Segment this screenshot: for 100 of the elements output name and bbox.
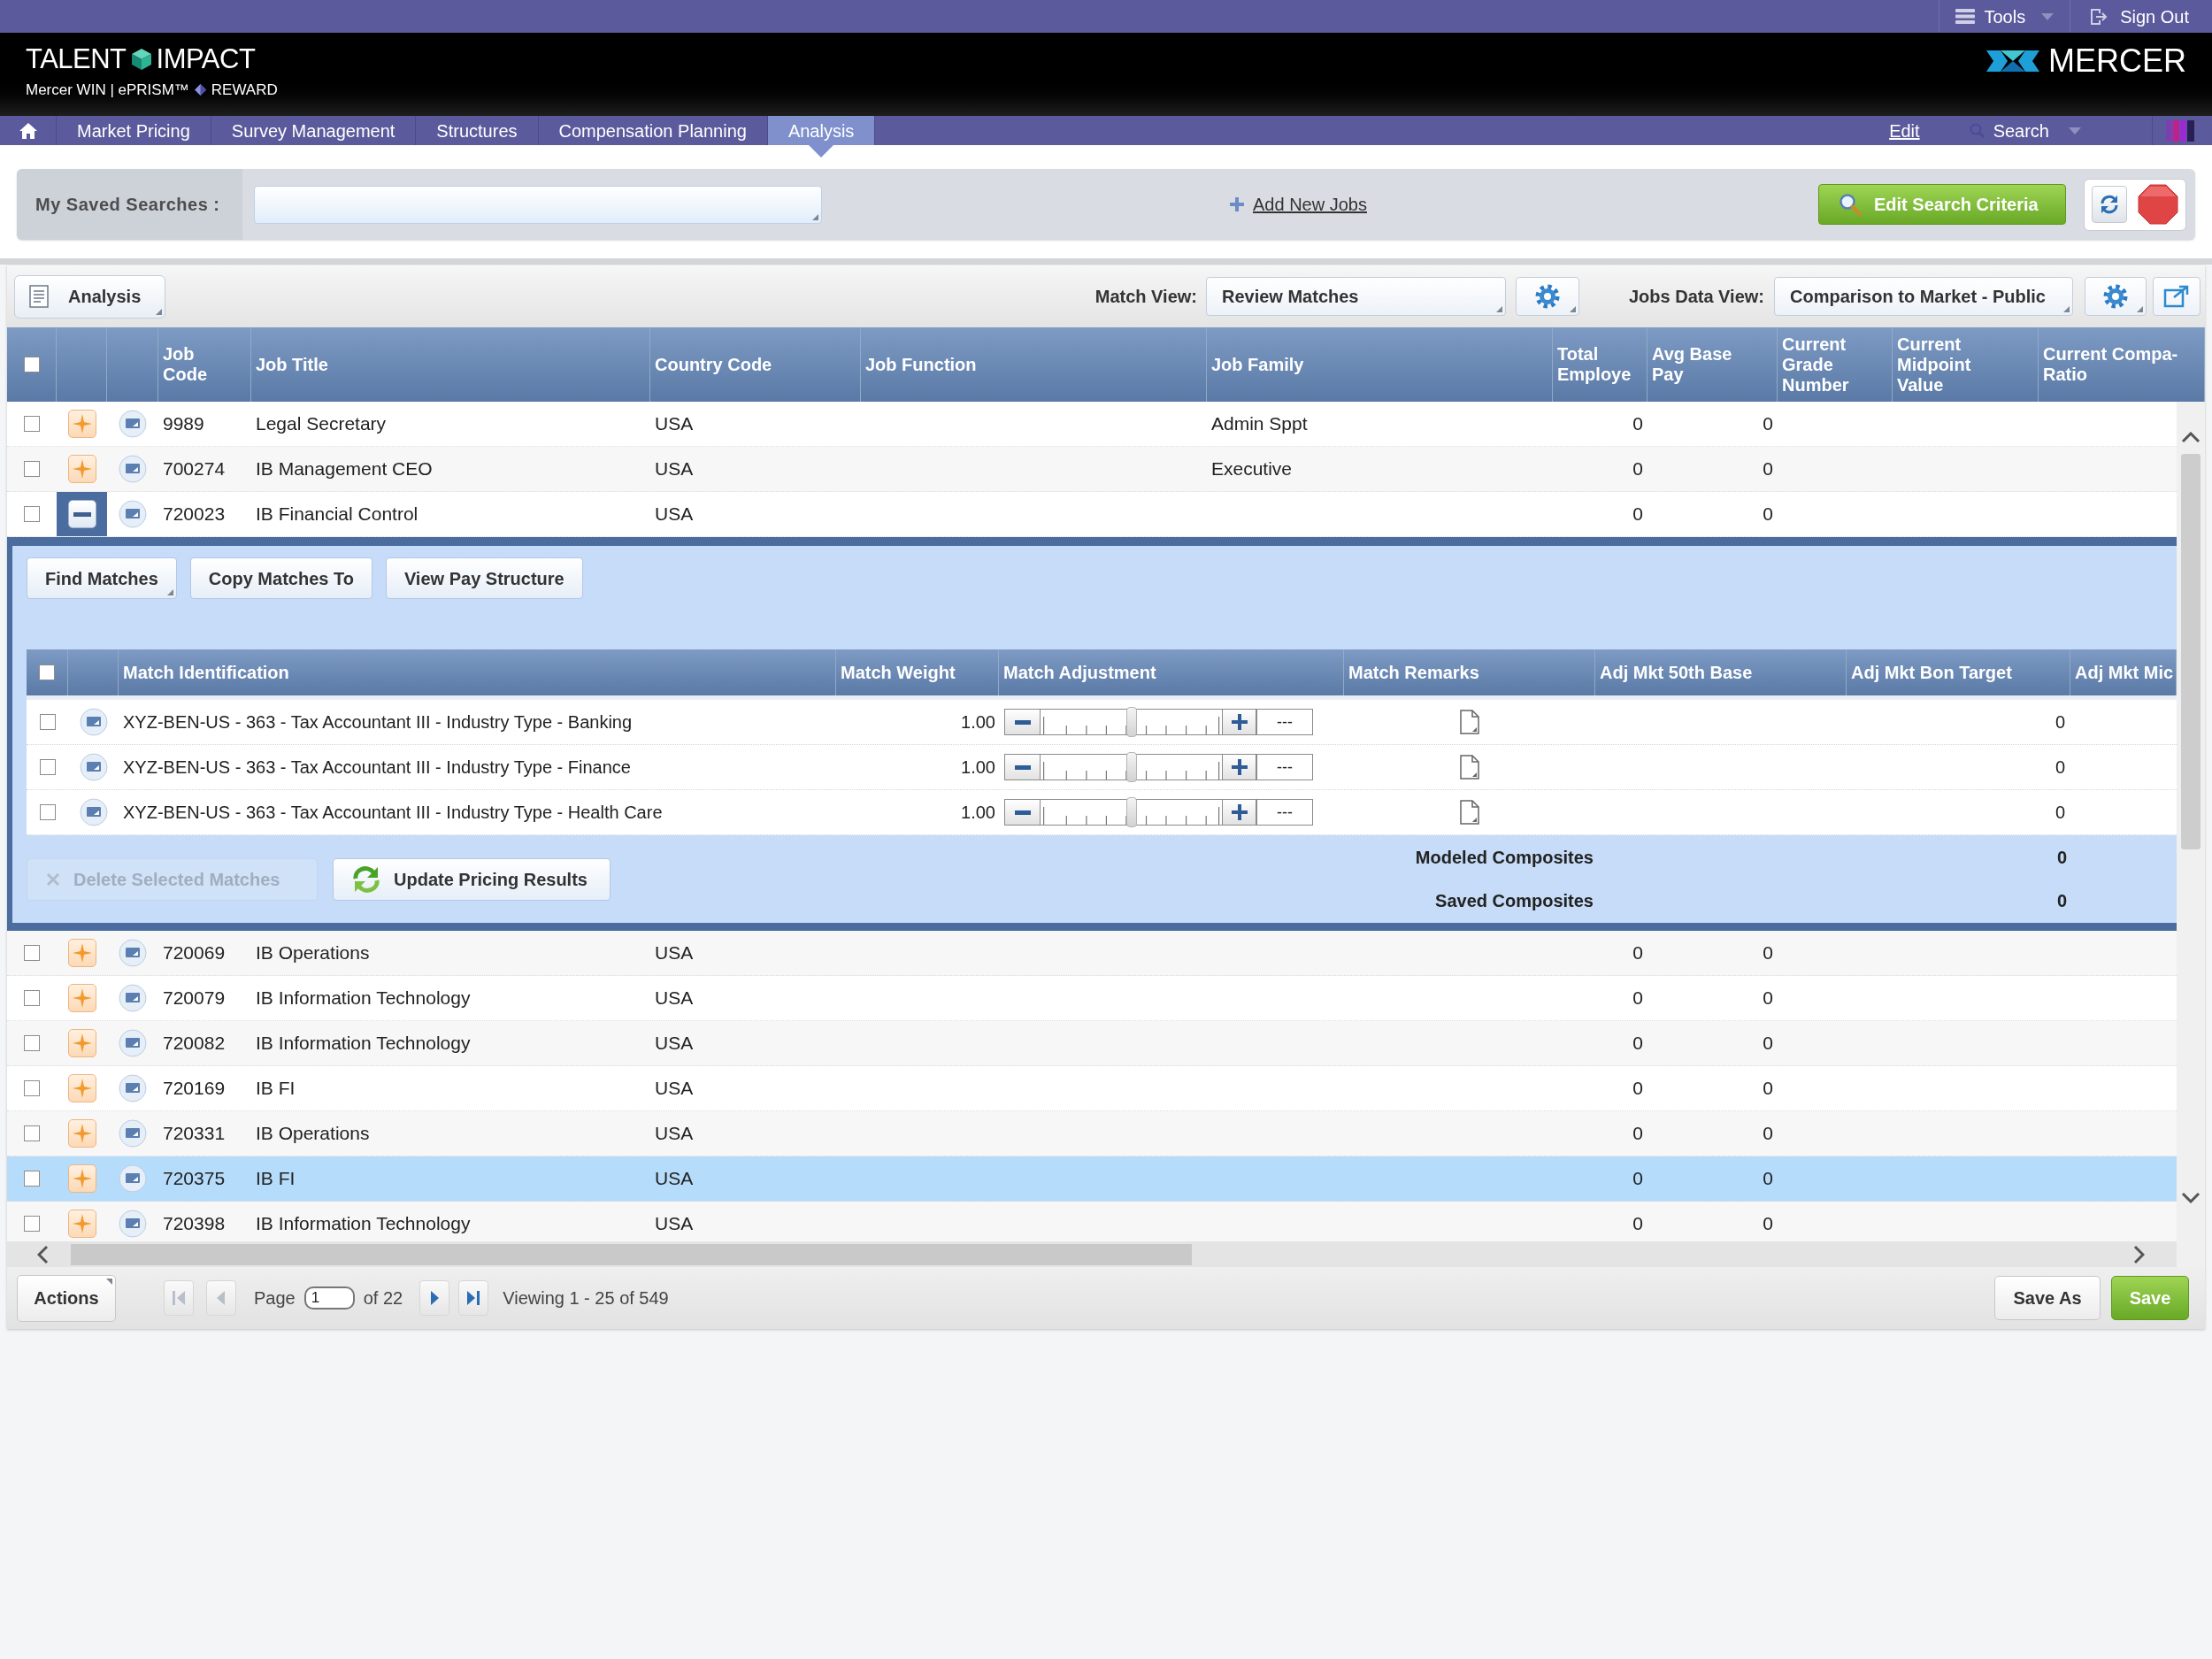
checkbox[interactable]: [39, 714, 56, 730]
summary-value: 0: [2056, 847, 2067, 869]
last-page-button[interactable]: [458, 1280, 489, 1316]
slider-thumb[interactable]: [1125, 752, 1137, 782]
update-pricing-results-button[interactable]: Update Pricing Results: [333, 857, 611, 901]
popout-button[interactable]: [2153, 277, 2200, 316]
job-code: 720331: [163, 1122, 226, 1146]
checkbox[interactable]: [24, 461, 40, 477]
document-icon: [29, 285, 49, 308]
job-code: 720082: [163, 1032, 226, 1056]
country-code: USA: [655, 987, 694, 1010]
country-code: USA: [655, 941, 694, 965]
search-menu[interactable]: Search: [1969, 117, 2081, 144]
increase-button[interactable]: [1222, 754, 1256, 780]
saved-searches-field[interactable]: [254, 185, 822, 224]
card-icon: [79, 798, 108, 826]
column-header: Job Title: [256, 354, 328, 375]
decrease-button[interactable]: [1004, 799, 1041, 826]
checkbox[interactable]: [24, 416, 40, 432]
decrease-button[interactable]: [1004, 709, 1041, 735]
country-code: USA: [655, 1122, 694, 1146]
match-weight: 1.00: [961, 711, 995, 733]
stop-icon: [2138, 184, 2178, 225]
checkbox[interactable]: [24, 1216, 40, 1232]
checkbox[interactable]: [24, 506, 40, 522]
chevron-down-icon: [2181, 1192, 2200, 1203]
summary-label: Saved Composites: [1435, 890, 1594, 912]
page-total: of 22: [363, 1287, 403, 1310]
checkbox[interactable]: [39, 759, 56, 775]
avg-base-pay: 0: [1763, 1032, 1773, 1056]
scrollbar-thumb[interactable]: [71, 1243, 1192, 1265]
expand-button[interactable]: [67, 939, 96, 967]
expand-button[interactable]: [67, 410, 96, 438]
first-page-icon: [171, 1288, 187, 1308]
logo-text: TALENT: [26, 45, 127, 73]
column-header: Match Adjustment: [1003, 662, 1156, 684]
expand-button[interactable]: [67, 1210, 96, 1238]
checkbox[interactable]: [24, 1125, 40, 1141]
find-matches-button[interactable]: Find Matches: [27, 557, 177, 599]
increase-button[interactable]: [1222, 799, 1256, 826]
match-identification: XYZ-BEN-US - 363 - Tax Accountant III - Industry Type - Finance: [123, 757, 631, 779]
checkbox[interactable]: [24, 945, 40, 961]
actions-button[interactable]: Actions: [17, 1274, 116, 1322]
brand-name: MERCER: [2048, 45, 2186, 77]
corner-triangle-icon: [812, 213, 818, 220]
expand-button[interactable]: [67, 1119, 96, 1148]
avg-base-pay: 0: [1763, 1212, 1773, 1236]
checkbox[interactable]: [24, 1035, 40, 1051]
checkbox[interactable]: [24, 1171, 40, 1187]
vertical-scrollbar[interactable]: [2177, 402, 2205, 1241]
expand-button[interactable]: [67, 455, 96, 483]
expand-button[interactable]: [67, 1074, 96, 1102]
add-new-jobs-link[interactable]: Add New Jobs: [1230, 191, 1367, 218]
job-title: IB Financial Control: [256, 503, 419, 526]
collapse-button[interactable]: [67, 500, 96, 528]
search-icon: [1839, 193, 1862, 216]
expand-button[interactable]: [67, 1164, 96, 1193]
settings-button[interactable]: [2085, 277, 2147, 316]
slider-thumb[interactable]: [1125, 797, 1137, 827]
match-view-dropdown[interactable]: Review Matches: [1205, 277, 1506, 316]
adjustment-field[interactable]: ---: [1256, 754, 1313, 780]
increase-button[interactable]: [1222, 709, 1256, 735]
last-page-icon: [465, 1288, 482, 1308]
checkbox[interactable]: [39, 664, 55, 680]
minus-icon: [1014, 764, 1031, 770]
corner-triangle-icon: [166, 589, 173, 595]
copy-matches-button[interactable]: Copy Matches To: [189, 557, 373, 599]
country-code: USA: [655, 1077, 694, 1101]
plus-icon: [1230, 197, 1244, 211]
card-icon: [119, 455, 147, 483]
scrollbar-thumb[interactable]: [2181, 454, 2200, 849]
adjustment-field[interactable]: ---: [1256, 799, 1313, 826]
view-pay-structure-button[interactable]: View Pay Structure: [385, 557, 583, 599]
settings-button[interactable]: [1515, 277, 1579, 316]
checkbox[interactable]: [24, 1080, 40, 1096]
save-as-button[interactable]: Save As: [1994, 1276, 2101, 1320]
stop-button[interactable]: [2138, 184, 2178, 225]
job-title: IB FI: [256, 1077, 296, 1101]
gear-icon: [2103, 284, 2128, 309]
document-icon: [1459, 755, 1480, 780]
expand-button[interactable]: [67, 1029, 96, 1057]
next-page-button[interactable]: [419, 1280, 450, 1316]
avg-base-pay: 0: [1763, 457, 1773, 481]
adjustment-field[interactable]: ---: [1256, 709, 1313, 735]
refresh-button[interactable]: [2092, 186, 2127, 223]
analysis-button[interactable]: Analysis: [14, 274, 165, 319]
jobs-data-view-dropdown[interactable]: Comparison to Market - Public: [1774, 277, 2073, 316]
total-employees: 0: [1632, 987, 1643, 1010]
horizontal-scrollbar[interactable]: [7, 1241, 2177, 1267]
page-field[interactable]: 1: [303, 1286, 355, 1310]
country-code: USA: [655, 1212, 694, 1236]
slider-thumb[interactable]: [1125, 707, 1137, 737]
column-header: Match Identification: [123, 662, 289, 684]
expand-button[interactable]: [67, 984, 96, 1012]
job-title: IB Information Technology: [256, 1032, 471, 1056]
checkbox[interactable]: [23, 357, 40, 373]
checkbox[interactable]: [39, 804, 56, 820]
decrease-button[interactable]: [1004, 754, 1041, 780]
checkbox[interactable]: [24, 990, 40, 1006]
edit-link[interactable]: Edit: [1889, 117, 1920, 144]
